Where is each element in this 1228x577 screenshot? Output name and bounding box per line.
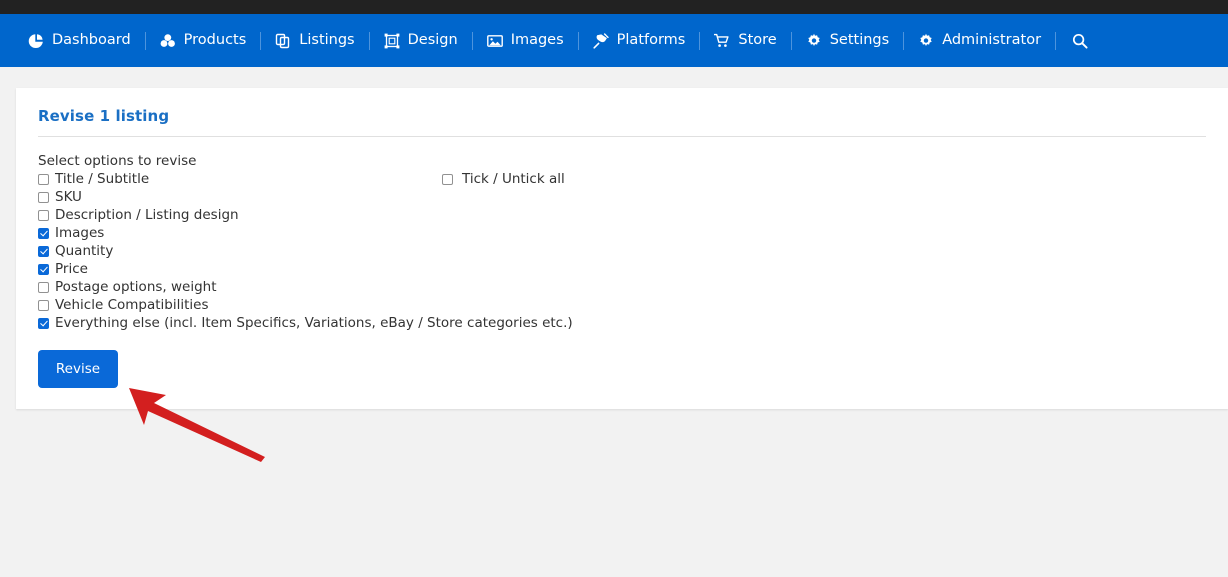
nav-item-products[interactable]: Products <box>146 14 261 67</box>
revise-options-list: Tick / Untick all Title / Subtitle SKU D… <box>38 170 1228 332</box>
option-row-sku[interactable]: SKU <box>38 188 1228 206</box>
option-label: Description / Listing design <box>55 206 239 224</box>
plug-icon <box>593 33 609 49</box>
option-row-price[interactable]: Price <box>38 260 1228 278</box>
main-navigation: Dashboard Products Listings Design Image… <box>0 14 1228 67</box>
shopping-cart-icon <box>714 33 730 49</box>
nav-item-platforms[interactable]: Platforms <box>579 14 700 67</box>
checkbox-vehicle-compatibilities[interactable] <box>38 300 49 311</box>
nav-item-dashboard[interactable]: Dashboard <box>14 14 145 67</box>
option-label: Quantity <box>55 242 113 260</box>
nav-label: Images <box>511 14 564 67</box>
option-row-title-subtitle[interactable]: Title / Subtitle <box>38 170 1228 188</box>
option-label: Everything else (incl. Item Specifics, V… <box>55 314 573 332</box>
option-row-postage[interactable]: Postage options, weight <box>38 278 1228 296</box>
option-row-vehicle-compatibilities[interactable]: Vehicle Compatibilities <box>38 296 1228 314</box>
option-label: Price <box>55 260 88 278</box>
nav-label: Settings <box>830 14 889 67</box>
option-label: Postage options, weight <box>55 278 217 296</box>
checkbox-postage[interactable] <box>38 282 49 293</box>
option-label: Images <box>55 224 104 242</box>
object-frame-icon <box>384 33 400 49</box>
revise-button[interactable]: Revise <box>38 350 118 388</box>
picture-icon <box>487 33 503 49</box>
page-title: Revise 1 listing <box>38 107 169 125</box>
nav-label: Products <box>184 14 247 67</box>
nav-label: Listings <box>299 14 354 67</box>
nav-item-search[interactable] <box>1056 14 1104 67</box>
cubes-icon <box>160 33 176 49</box>
tick-untick-all-row[interactable]: Tick / Untick all <box>442 170 565 188</box>
nav-item-design[interactable]: Design <box>370 14 472 67</box>
option-label: Vehicle Compatibilities <box>55 296 209 314</box>
checkbox-description[interactable] <box>38 210 49 221</box>
nav-item-images[interactable]: Images <box>473 14 578 67</box>
option-row-description[interactable]: Description / Listing design <box>38 206 1228 224</box>
nav-label: Store <box>738 14 776 67</box>
checkbox-sku[interactable] <box>38 192 49 203</box>
tick-untick-all-label: Tick / Untick all <box>462 170 565 188</box>
nav-item-listings[interactable]: Listings <box>261 14 368 67</box>
gear-icon <box>806 33 822 49</box>
option-row-images[interactable]: Images <box>38 224 1228 242</box>
top-bar <box>0 0 1228 14</box>
pie-chart-icon <box>28 33 44 49</box>
tick-untick-all-checkbox[interactable] <box>442 174 453 185</box>
nav-label: Dashboard <box>52 14 131 67</box>
gear-icon <box>918 33 934 49</box>
option-row-quantity[interactable]: Quantity <box>38 242 1228 260</box>
nav-item-store[interactable]: Store <box>700 14 790 67</box>
checkbox-images[interactable] <box>38 228 49 239</box>
option-row-everything-else[interactable]: Everything else (incl. Item Specifics, V… <box>38 314 1228 332</box>
nav-item-settings[interactable]: Settings <box>792 14 903 67</box>
checkbox-quantity[interactable] <box>38 246 49 257</box>
option-label: Title / Subtitle <box>55 170 149 188</box>
nav-item-administrator[interactable]: Administrator <box>904 14 1055 67</box>
panel-divider <box>38 136 1206 137</box>
nav-label: Administrator <box>942 14 1041 67</box>
checkbox-price[interactable] <box>38 264 49 275</box>
nav-label: Design <box>408 14 458 67</box>
form-lead-text: Select options to revise <box>38 152 1228 170</box>
revise-panel: Revise 1 listing Select options to revis… <box>16 88 1228 409</box>
search-icon <box>1072 33 1088 49</box>
checkbox-everything-else[interactable] <box>38 318 49 329</box>
nav-label: Platforms <box>617 14 686 67</box>
revise-options-form: Select options to revise Tick / Untick a… <box>38 152 1228 409</box>
checkbox-title-subtitle[interactable] <box>38 174 49 185</box>
option-label: SKU <box>55 188 82 206</box>
copy-icon <box>275 33 291 49</box>
